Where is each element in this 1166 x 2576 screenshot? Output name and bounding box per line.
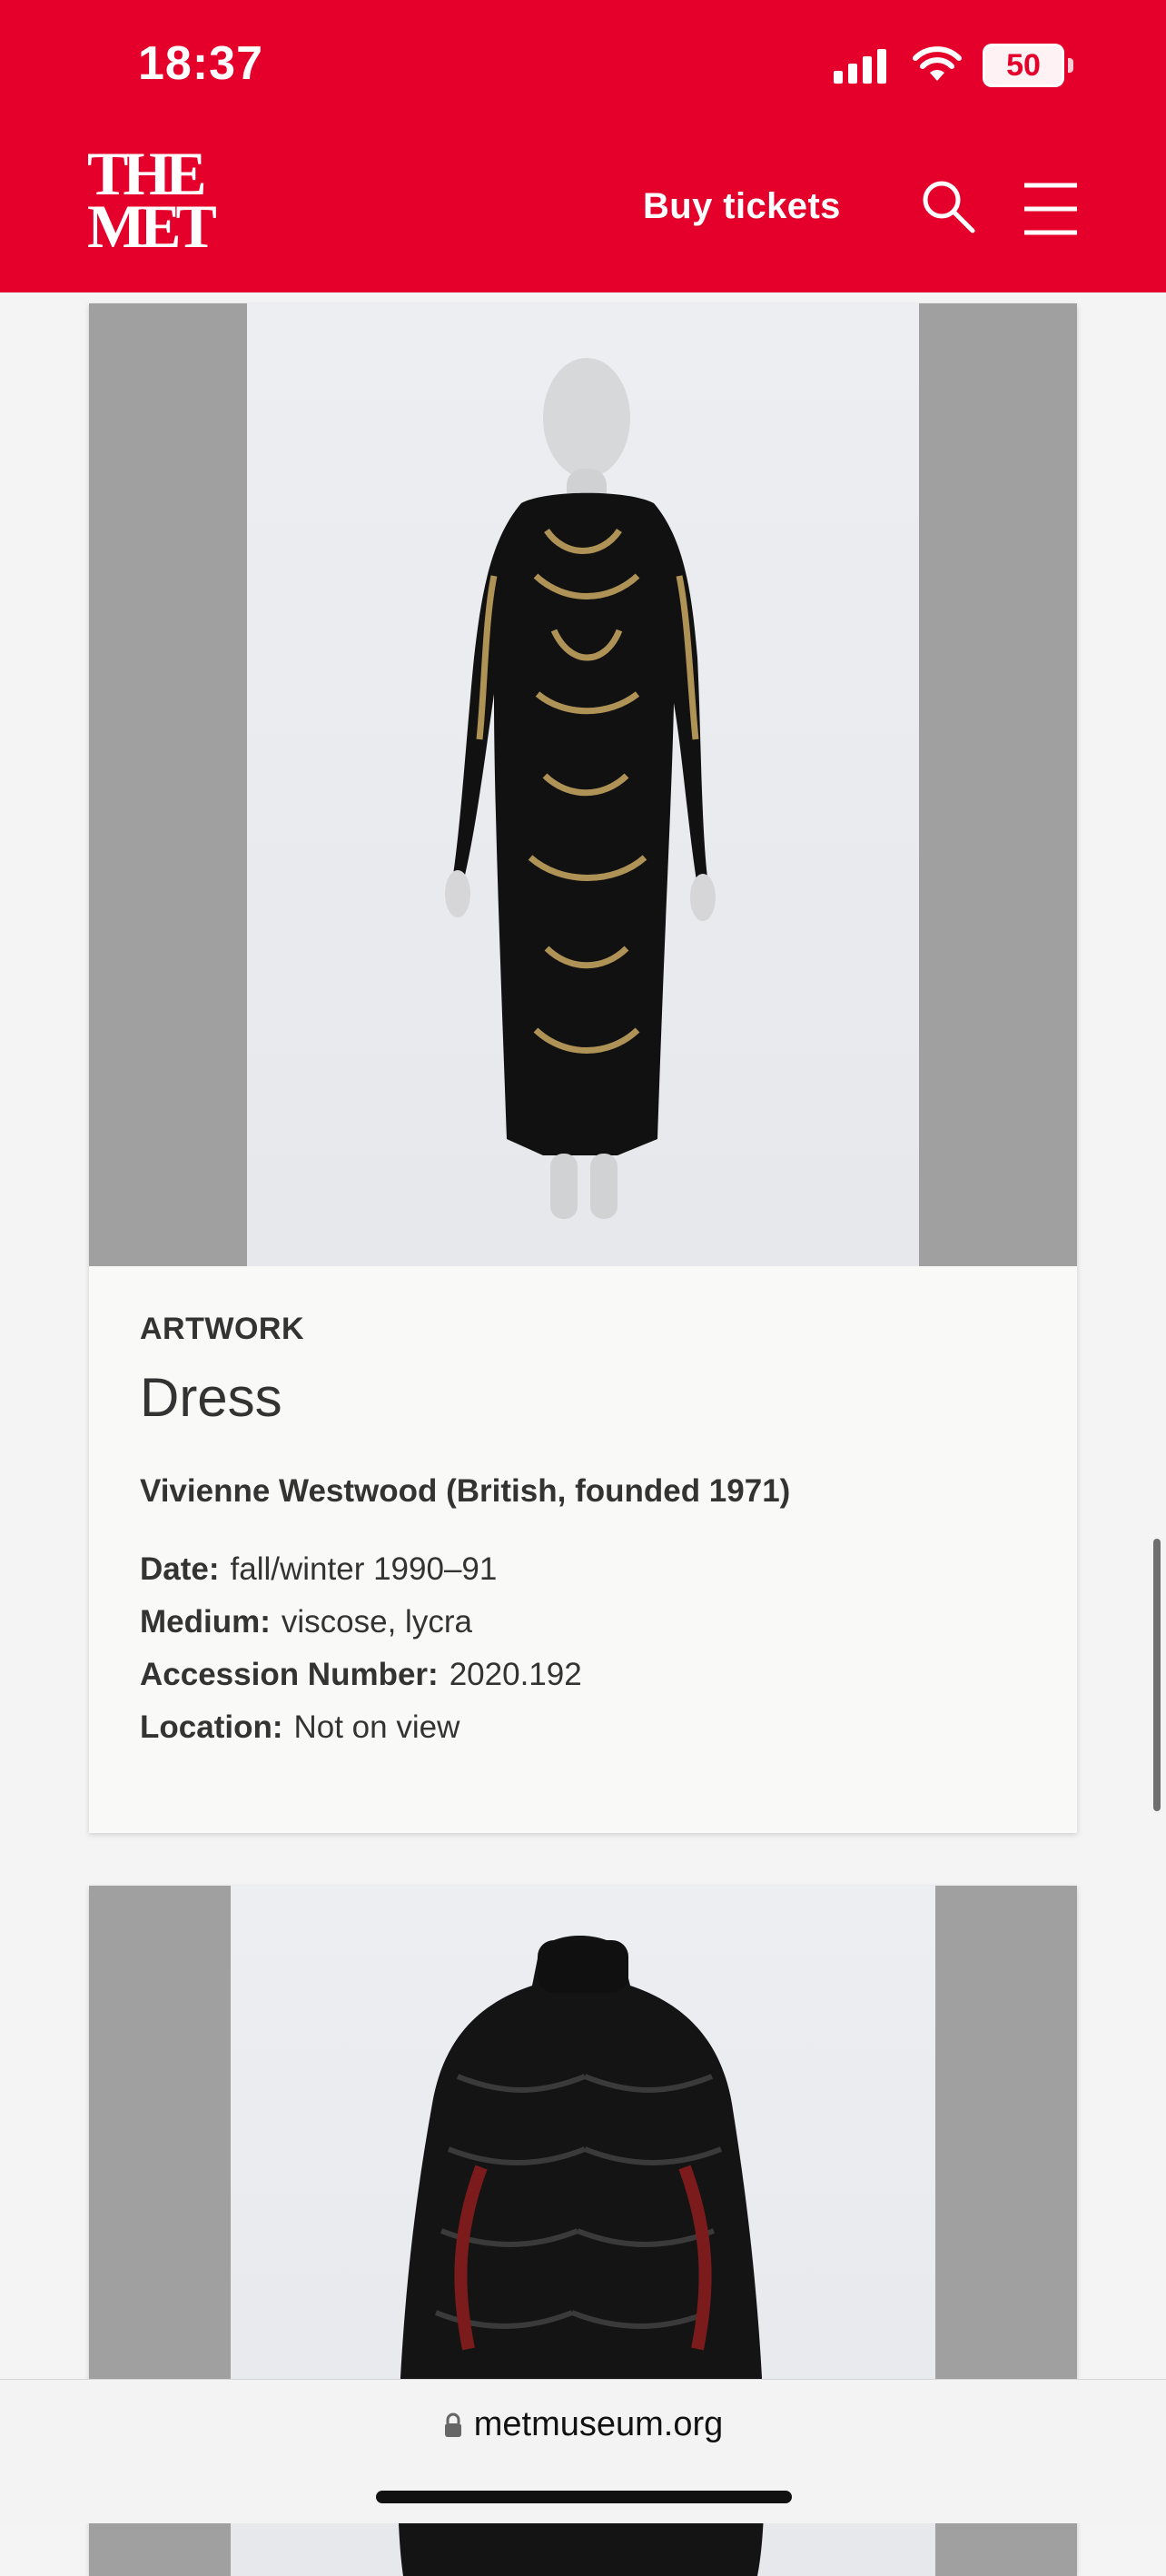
scroll-indicator[interactable] [1153,1539,1161,1811]
met-logo[interactable]: THE MET [87,143,217,261]
artwork-image[interactable] [247,303,919,1266]
wifi-icon [913,46,962,81]
menu-button[interactable] [1023,182,1079,238]
artwork-title[interactable]: Dress [140,1366,282,1429]
status-icons: 50 [832,44,1073,87]
signal-icon [834,49,886,84]
dress-figure-illustration [445,358,716,1219]
search-icon [923,181,975,233]
artwork-maker: Vivienne Westwood (British, founded 1971… [140,1473,791,1509]
artwork-label: ARTWORK [140,1312,305,1346]
menu-icon [1024,183,1077,235]
battery-cap [1068,58,1073,73]
fact-value-location: Not on view [293,1709,460,1745]
search-button[interactable] [920,178,976,234]
fact-row-accession: Accession Number: 2020.192 [140,1657,582,1709]
fact-label-accession: Accession Number: [140,1657,439,1692]
buy-tickets-link[interactable]: Buy tickets [643,186,841,227]
fact-label-location: Location: [140,1709,283,1745]
status-time: 18:37 [138,37,263,90]
url-bar[interactable]: metmuseum.org [0,2405,1166,2444]
fact-value-date: fall/winter 1990–91 [230,1551,498,1587]
logo-line-2: MET [87,192,217,261]
battery-indicator: 50 [983,44,1073,87]
battery-level: 50 [983,44,1064,87]
fact-row-medium: Medium: viscose, lycra [140,1604,582,1657]
artwork-facts: Date: fall/winter 1990–91 Medium: viscos… [140,1551,582,1762]
browser-bar: metmuseum.org [0,2379,1166,2523]
artwork-image-frame[interactable] [89,303,1077,1266]
home-indicator[interactable] [376,2491,792,2503]
fact-row-location: Location: Not on view [140,1709,582,1762]
app-header: 18:37 50 THE MET Buy tickets [0,0,1166,292]
artwork-card[interactable]: ARTWORK Dress Vivienne Westwood (British… [89,303,1077,1833]
fact-value-accession: 2020.192 [449,1657,582,1692]
fact-label-date: Date: [140,1551,220,1587]
fact-row-date: Date: fall/winter 1990–91 [140,1551,582,1604]
fact-label-medium: Medium: [140,1604,271,1640]
lock-icon [444,2413,461,2437]
url-text: metmuseum.org [473,2405,724,2443]
fact-value-medium: viscose, lycra [281,1604,472,1640]
